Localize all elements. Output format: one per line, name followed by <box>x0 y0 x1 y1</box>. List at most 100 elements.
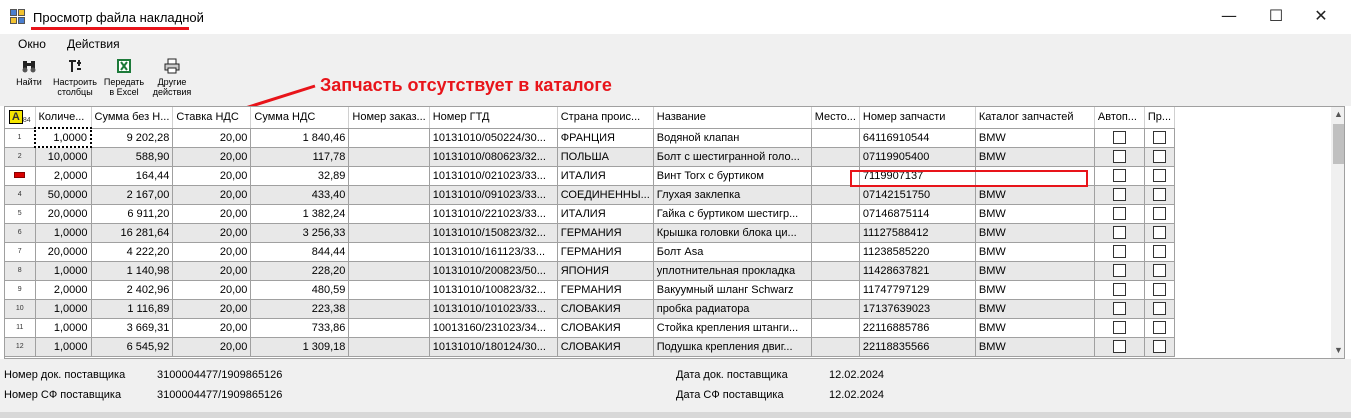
cell-part-number[interactable]: 64116910544 <box>859 128 976 148</box>
auto-checkbox[interactable] <box>1112 321 1126 334</box>
cell-order[interactable] <box>348 337 430 357</box>
cell-part-number[interactable]: 11127588412 <box>859 223 976 243</box>
cell-name[interactable]: Крышка головки блока ци... <box>653 223 812 243</box>
row-header[interactable]: 5 <box>5 204 36 224</box>
pr-checkbox[interactable] <box>1152 131 1166 144</box>
table-row[interactable]: 10 1,0000 1 116,89 20,00 223,38 10131010/1010… <box>5 299 1176 319</box>
cell-sum[interactable]: 164,44 <box>91 166 174 186</box>
cell-order[interactable] <box>348 147 430 167</box>
col-header-auto[interactable]: Автоп... <box>1094 107 1145 129</box>
cell-place[interactable] <box>811 318 860 338</box>
cell-place[interactable] <box>811 223 860 243</box>
cell-name[interactable]: уплотнительная прокладка <box>653 261 812 281</box>
row-header[interactable]: 2 <box>5 147 36 167</box>
pr-checkbox[interactable] <box>1152 207 1166 220</box>
cell-order[interactable] <box>348 299 430 319</box>
cell-sum[interactable]: 3 669,31 <box>91 318 174 338</box>
cell-order[interactable] <box>348 261 430 281</box>
cell-sum[interactable]: 4 222,20 <box>91 242 174 262</box>
cell-name[interactable]: Глухая заклепка <box>653 185 812 205</box>
cell-gtd[interactable]: 10131010/101023/33... <box>429 299 558 319</box>
row-header[interactable]: 6 <box>5 223 36 243</box>
cell-country[interactable]: ИТАЛИЯ <box>557 204 654 224</box>
cell-sum[interactable]: 1 116,89 <box>91 299 174 319</box>
cell-gtd[interactable]: 10131010/221023/33... <box>429 204 558 224</box>
cell-country[interactable]: СЛОВАКИЯ <box>557 299 654 319</box>
row-header[interactable]: 11 <box>5 318 36 338</box>
invoice-grid[interactable]: A 84 Количе... Сумма без Н... Ставка НДС … <box>4 106 1345 359</box>
table-row[interactable]: 6 1,0000 16 281,64 20,00 3 256,33 10131010/15… <box>5 223 1176 243</box>
cell-vat-rate[interactable]: 20,00 <box>172 185 252 205</box>
cell-vat-sum[interactable]: 228,20 <box>250 261 350 281</box>
cell-sum[interactable]: 9 202,28 <box>91 128 174 148</box>
row-header[interactable]: 8 <box>5 261 36 281</box>
auto-checkbox[interactable] <box>1112 264 1126 277</box>
cell-country[interactable]: ПОЛЬША <box>557 147 654 167</box>
cell-place[interactable] <box>811 261 860 281</box>
cell-vat-rate[interactable]: 20,00 <box>172 166 252 186</box>
pr-checkbox[interactable] <box>1152 321 1166 334</box>
col-header-sum[interactable]: Сумма без Н... <box>91 107 174 129</box>
auto-checkbox[interactable] <box>1112 131 1126 144</box>
cell-order[interactable] <box>348 280 430 300</box>
row-header[interactable]: 7 <box>5 242 36 262</box>
cell-name[interactable]: Винт Torx с буртиком <box>653 166 812 186</box>
cell-country[interactable]: ГЕРМАНИЯ <box>557 223 654 243</box>
cell-country[interactable]: ГЕРМАНИЯ <box>557 242 654 262</box>
cell-vat-sum[interactable]: 32,89 <box>250 166 350 186</box>
cell-gtd[interactable]: 10131010/161123/33... <box>429 242 558 262</box>
cell-sum[interactable]: 588,90 <box>91 147 174 167</box>
col-header-qty[interactable]: Количе... <box>35 107 92 129</box>
cell-catalog[interactable]: BMW <box>975 299 1095 319</box>
cell-vat-sum[interactable]: 223,38 <box>250 299 350 319</box>
table-row[interactable]: 4 50,0000 2 167,00 20,00 433,40 10131010/0910… <box>5 185 1176 205</box>
cell-gtd[interactable]: 10131010/100823/32... <box>429 280 558 300</box>
cell-qty[interactable]: 50,0000 <box>35 185 92 205</box>
scroll-up-icon[interactable]: ▲ <box>1331 107 1344 122</box>
cell-qty[interactable]: 2,0000 <box>35 166 92 186</box>
col-header-gtd[interactable]: Номер ГТД <box>429 107 558 129</box>
cell-part-number[interactable]: 07142151750 <box>859 185 976 205</box>
cell-name[interactable]: Болт Asa <box>653 242 812 262</box>
cell-place[interactable] <box>811 242 860 262</box>
cell-part-number[interactable]: 17137639023 <box>859 299 976 319</box>
cell-qty[interactable]: 20,0000 <box>35 242 92 262</box>
cell-catalog[interactable]: BMW <box>975 337 1095 357</box>
table-row[interactable]: 8 1,0000 1 140,98 20,00 228,20 10131010/20082… <box>5 261 1176 281</box>
cell-qty[interactable]: 1,0000 <box>34 127 92 148</box>
cell-gtd[interactable]: 10131010/150823/32... <box>429 223 558 243</box>
row-header[interactable]: 9 <box>5 280 36 300</box>
cell-gtd[interactable]: 10131010/091023/33... <box>429 185 558 205</box>
cell-order[interactable] <box>348 223 430 243</box>
pr-checkbox[interactable] <box>1152 264 1166 277</box>
pr-checkbox[interactable] <box>1152 283 1166 296</box>
cell-vat-sum[interactable]: 480,59 <box>250 280 350 300</box>
cell-order[interactable] <box>348 185 430 205</box>
scroll-down-icon[interactable]: ▼ <box>1331 343 1344 358</box>
cell-gtd[interactable]: 10131010/180124/30... <box>429 337 558 357</box>
cell-sum[interactable]: 2 167,00 <box>91 185 174 205</box>
row-header[interactable]: 4 <box>5 185 36 205</box>
pr-checkbox[interactable] <box>1152 226 1166 239</box>
cell-part-number[interactable]: 22116885786 <box>859 318 976 338</box>
auto-checkbox[interactable] <box>1112 283 1126 296</box>
table-row[interactable]: 5 20,0000 6 911,20 20,00 1 382,24 10131010/22… <box>5 204 1176 224</box>
cell-catalog[interactable]: BMW <box>975 128 1095 148</box>
cell-qty[interactable]: 1,0000 <box>35 261 92 281</box>
cell-vat-sum[interactable]: 844,44 <box>250 242 350 262</box>
pr-checkbox[interactable] <box>1152 169 1166 182</box>
cell-qty[interactable]: 20,0000 <box>35 204 92 224</box>
cell-vat-sum[interactable]: 433,40 <box>250 185 350 205</box>
cell-vat-rate[interactable]: 20,00 <box>172 337 252 357</box>
row-header[interactable]: 10 <box>5 299 36 319</box>
cell-order[interactable] <box>348 318 430 338</box>
cell-vat-sum[interactable]: 1 309,18 <box>250 337 350 357</box>
cell-qty[interactable]: 1,0000 <box>35 318 92 338</box>
cell-vat-sum[interactable]: 3 256,33 <box>250 223 350 243</box>
col-header-pr[interactable]: Пр... <box>1144 107 1176 129</box>
cell-vat-sum[interactable]: 733,86 <box>250 318 350 338</box>
auto-checkbox[interactable] <box>1112 207 1126 220</box>
auto-checkbox[interactable] <box>1112 169 1126 182</box>
row-header[interactable] <box>5 166 36 186</box>
cell-order[interactable] <box>348 166 430 186</box>
